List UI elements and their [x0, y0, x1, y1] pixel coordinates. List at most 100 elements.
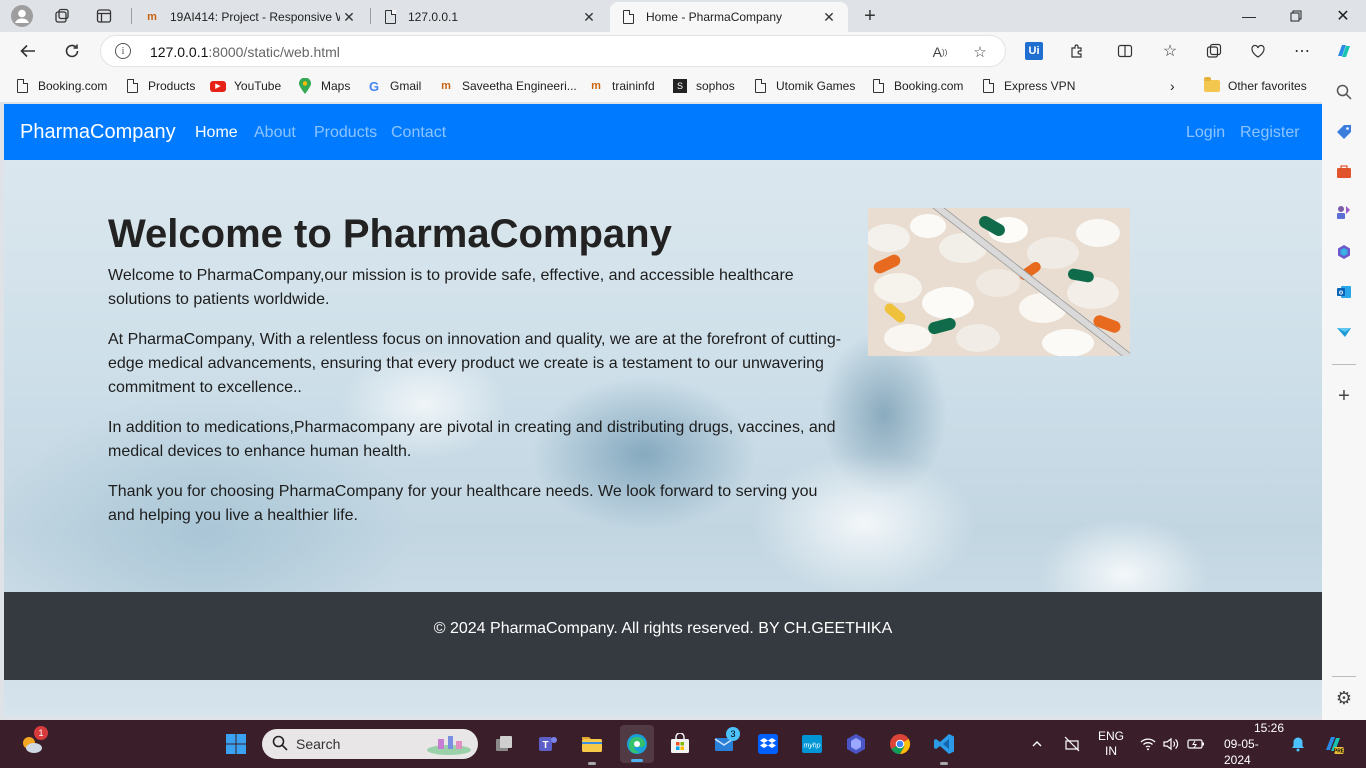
browser-essentials-icon[interactable] — [1244, 37, 1272, 65]
send-icon[interactable] — [1334, 322, 1354, 342]
file-explorer-icon[interactable] — [578, 730, 606, 765]
clock[interactable]: 15:26 09-05-2024 — [1224, 720, 1284, 768]
taskbar-search[interactable]: Search — [262, 729, 478, 759]
nav-link-register[interactable]: Register — [1240, 124, 1300, 142]
favorite-star-icon[interactable]: ☆ — [969, 41, 991, 63]
task-view-icon[interactable] — [490, 730, 518, 758]
favorite-saveetha[interactable]: m Saveetha Engineeri... — [438, 77, 577, 95]
extensions-puzzle-icon[interactable] — [1063, 37, 1091, 65]
tab-localhost[interactable]: 127.0.0.1 ✕ — [372, 2, 608, 32]
games-icon[interactable] — [1334, 202, 1354, 222]
chrome-icon[interactable] — [886, 730, 914, 758]
volume-icon[interactable] — [1163, 720, 1179, 768]
favorite-utomik[interactable]: Utomik Games — [752, 77, 855, 95]
windows-taskbar: 1 Search T 3 myhp ENG IN 15:26 09-05-202… — [0, 720, 1366, 768]
footer-copyright: © 2024 PharmaCompany. All rights reserve… — [433, 620, 893, 637]
nav-link-home[interactable]: Home — [195, 124, 238, 142]
favorite-label: Booking.com — [894, 79, 964, 93]
site-brand[interactable]: PharmaCompany — [20, 121, 176, 144]
url-path: :8000/static/web.html — [208, 44, 340, 60]
moodle-icon: m — [147, 11, 157, 23]
minimize-icon[interactable]: — — [1226, 0, 1272, 32]
favorite-label: Booking.com — [38, 79, 108, 93]
favorite-label: sophos — [696, 79, 735, 93]
favorite-maps[interactable]: Maps — [297, 77, 350, 95]
split-screen-icon[interactable] — [1111, 37, 1139, 65]
back-arrow-icon[interactable] — [14, 37, 42, 65]
copilot-preview-icon[interactable]: PRE — [1322, 720, 1344, 768]
refresh-icon[interactable] — [58, 37, 86, 65]
read-aloud-icon[interactable]: A)) — [929, 41, 951, 63]
tab-actions-icon[interactable] — [92, 4, 116, 28]
close-icon[interactable]: ✕ — [340, 8, 358, 26]
language-indicator[interactable]: ENG IN — [1098, 720, 1124, 768]
gear-icon[interactable]: ⚙ — [1334, 688, 1354, 708]
hexagon-app-icon[interactable] — [842, 730, 870, 758]
workspaces-icon[interactable] — [50, 4, 74, 28]
address-bar[interactable]: i 127.0.0.1:8000/static/web.html A)) ☆ — [100, 35, 1006, 67]
restore-icon[interactable] — [1273, 0, 1319, 32]
favorite-booking[interactable]: Booking.com — [14, 77, 107, 95]
close-icon[interactable]: ✕ — [580, 8, 598, 26]
microsoft-365-icon[interactable] — [1334, 242, 1354, 262]
close-icon[interactable]: ✕ — [820, 8, 838, 26]
nav-link-products[interactable]: Products — [314, 124, 377, 142]
show-hidden-icons-icon[interactable] — [1030, 720, 1044, 768]
edge-browser-icon[interactable] — [620, 725, 654, 763]
favorite-youtube[interactable]: ▶ YouTube — [210, 77, 281, 95]
weather-icon[interactable]: 1 — [18, 726, 48, 758]
moodle-icon: m — [591, 80, 601, 92]
clock-time: 15:26 — [1253, 721, 1284, 735]
notification-bell-icon[interactable] — [1290, 720, 1306, 768]
profile-icon[interactable] — [10, 4, 34, 28]
battery-icon[interactable] — [1187, 720, 1205, 768]
outlook-icon[interactable]: o — [1334, 282, 1354, 302]
microsoft-store-icon[interactable] — [666, 730, 694, 758]
shopping-tag-icon[interactable] — [1334, 122, 1354, 142]
search-label: Search — [296, 736, 341, 752]
tab-home-pharmacompany[interactable]: Home - PharmaCompany ✕ — [610, 2, 848, 32]
wifi-icon[interactable] — [1140, 720, 1156, 768]
favorites-icon[interactable]: ☆ — [1156, 37, 1184, 65]
sophos-icon: S — [672, 78, 688, 94]
settings-more-icon[interactable]: ⋯ — [1288, 37, 1316, 65]
tools-briefcase-icon[interactable] — [1334, 162, 1354, 182]
pills-thermometer-image — [868, 208, 1130, 356]
other-favorites[interactable]: Other favorites — [1204, 77, 1307, 95]
windows-start-icon[interactable] — [222, 730, 250, 758]
copilot-icon[interactable] — [1330, 37, 1358, 65]
vscode-icon[interactable] — [930, 730, 958, 765]
sidebar-search-icon[interactable] — [1334, 82, 1354, 102]
page-icon — [870, 78, 886, 94]
favorite-expressvpn[interactable]: Express VPN — [980, 77, 1075, 95]
window-close-icon[interactable]: ✕ — [1320, 0, 1366, 32]
region-code: IN — [1105, 744, 1117, 758]
extension-ui-icon[interactable]: Ui — [1020, 37, 1048, 65]
browser-tab-strip: m 19AI414: Project - Responsive We ✕ 127… — [0, 0, 1366, 32]
favorite-products[interactable]: Products — [124, 77, 195, 95]
favorite-booking-2[interactable]: Booking.com — [870, 77, 963, 95]
hero-paragraph: At PharmaCompany, With a relentless focu… — [108, 331, 842, 396]
site-footer: © 2024 PharmaCompany. All rights reserve… — [4, 592, 1322, 680]
teams-icon[interactable]: T — [534, 730, 562, 758]
chevron-right-icon[interactable]: › — [1170, 77, 1175, 95]
new-tab-icon[interactable]: + — [858, 4, 882, 28]
mail-icon[interactable]: 3 — [710, 727, 740, 758]
nav-link-contact[interactable]: Contact — [391, 124, 446, 142]
tab-moodle-project[interactable]: m 19AI414: Project - Responsive We ✕ — [134, 2, 368, 32]
add-icon[interactable]: + — [1334, 385, 1354, 407]
collections-icon[interactable] — [1200, 37, 1228, 65]
nav-link-login[interactable]: Login — [1186, 124, 1225, 142]
url-text[interactable]: 127.0.0.1:8000/static/web.html — [150, 44, 340, 60]
favorite-label: Saveetha Engineeri... — [462, 79, 577, 93]
favorite-sophos[interactable]: Ssophos — [672, 77, 735, 95]
favorite-traininfd[interactable]: m traininfd — [588, 77, 655, 95]
network-off-icon[interactable] — [1063, 720, 1081, 768]
myhp-icon[interactable]: myhp — [798, 730, 826, 758]
nav-link-about[interactable]: About — [254, 124, 296, 142]
favorite-label: Products — [148, 79, 196, 93]
page-viewport: PharmaCompany Home About Products Contac… — [4, 104, 1322, 716]
dropbox-icon[interactable] — [754, 730, 782, 758]
site-info-icon[interactable]: i — [115, 43, 131, 59]
favorite-gmail[interactable]: G Gmail — [366, 77, 421, 95]
